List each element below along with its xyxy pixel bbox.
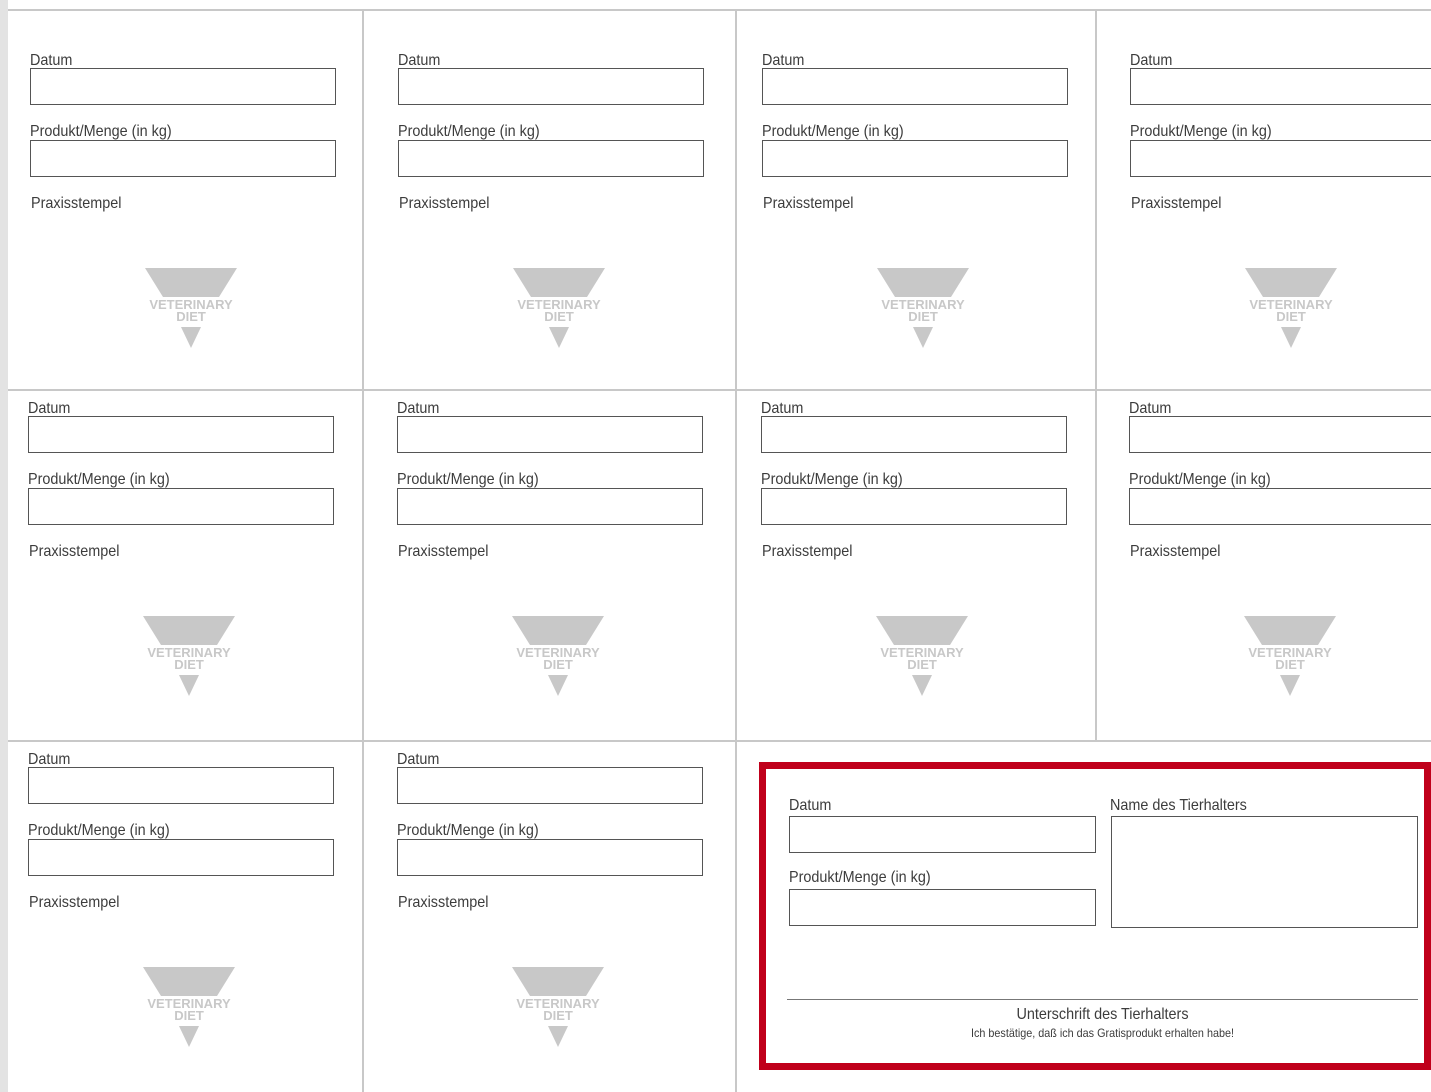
veterinary-diet-logo: VETERINARY DIET bbox=[1244, 616, 1336, 696]
logo-word-2: DIET bbox=[1276, 309, 1306, 324]
logo-word-2: DIET bbox=[174, 1008, 204, 1023]
logo-word-2: DIET bbox=[907, 657, 937, 672]
date-field[interactable] bbox=[28, 416, 334, 453]
product-qty-label: Produkt/Menge (in kg) bbox=[397, 822, 539, 839]
logo-bottom-triangle bbox=[548, 675, 568, 696]
product-qty-field[interactable] bbox=[761, 488, 1067, 525]
logo-word-2: DIET bbox=[544, 309, 574, 324]
veterinary-diet-logo: VETERINARY DIET bbox=[143, 967, 235, 1047]
practice-stamp-label: Praxisstempel bbox=[1130, 543, 1221, 560]
practice-stamp-label: Praxisstempel bbox=[1131, 195, 1222, 212]
grid-line-row1 bbox=[8, 389, 1431, 391]
logo-bottom-triangle bbox=[1281, 327, 1301, 348]
product-qty-field[interactable] bbox=[397, 488, 703, 525]
practice-stamp-label: Praxisstempel bbox=[31, 195, 122, 212]
product-qty-label: Produkt/Menge (in kg) bbox=[398, 123, 540, 140]
coupon-date-field[interactable] bbox=[789, 816, 1096, 853]
product-qty-field[interactable] bbox=[1130, 140, 1431, 177]
signature-line[interactable] bbox=[787, 999, 1418, 1000]
logo-bottom-triangle bbox=[181, 327, 201, 348]
practice-stamp-label: Praxisstempel bbox=[762, 543, 853, 560]
product-qty-label: Produkt/Menge (in kg) bbox=[28, 822, 170, 839]
logo-top-shape bbox=[512, 616, 604, 645]
product-qty-field[interactable] bbox=[30, 140, 336, 177]
practice-stamp-label: Praxisstempel bbox=[29, 894, 120, 911]
logo-bottom-triangle bbox=[1280, 675, 1300, 696]
product-qty-field[interactable] bbox=[398, 140, 704, 177]
product-qty-label: Produkt/Menge (in kg) bbox=[762, 123, 904, 140]
date-field[interactable] bbox=[761, 416, 1067, 453]
date-field[interactable] bbox=[1130, 68, 1431, 105]
logo-word-2: DIET bbox=[908, 309, 938, 324]
practice-stamp-label: Praxisstempel bbox=[399, 195, 490, 212]
veterinary-diet-logo: VETERINARY DIET bbox=[876, 616, 968, 696]
logo-top-shape bbox=[876, 616, 968, 645]
logo-bottom-triangle bbox=[913, 327, 933, 348]
logo-bottom-triangle bbox=[179, 1026, 199, 1047]
date-field[interactable] bbox=[1129, 416, 1431, 453]
product-qty-label: Produkt/Menge (in kg) bbox=[761, 471, 903, 488]
grid-line-col1 bbox=[362, 9, 364, 1092]
coupon-date-label: Datum bbox=[789, 797, 832, 814]
logo-word-2: DIET bbox=[1275, 657, 1305, 672]
product-qty-label: Produkt/Menge (in kg) bbox=[1129, 471, 1271, 488]
logo-top-shape bbox=[1244, 616, 1336, 645]
logo-top-shape bbox=[512, 967, 604, 996]
logo-bottom-triangle bbox=[912, 675, 932, 696]
product-qty-label: Produkt/Menge (in kg) bbox=[397, 471, 539, 488]
logo-top-shape bbox=[145, 268, 237, 297]
date-field[interactable] bbox=[28, 767, 334, 804]
product-qty-field[interactable] bbox=[28, 488, 334, 525]
signature-label: Unterschrift des Tierhalters bbox=[1016, 1006, 1189, 1023]
product-qty-field[interactable] bbox=[762, 140, 1068, 177]
confirmation-text: Ich bestätige, daß ich das Gratisprodukt… bbox=[971, 1026, 1234, 1040]
owner-confirmation-panel: Datum Produkt/Menge (in kg) Name des Tie… bbox=[759, 762, 1431, 1070]
logo-word-2: DIET bbox=[174, 657, 204, 672]
date-field[interactable] bbox=[398, 68, 704, 105]
date-field[interactable] bbox=[397, 416, 703, 453]
coupon-product-label: Produkt/Menge (in kg) bbox=[789, 869, 931, 886]
veterinary-diet-logo: VETERINARY DIET bbox=[877, 268, 969, 348]
grid-line-top bbox=[8, 9, 1431, 11]
product-qty-label: Produkt/Menge (in kg) bbox=[28, 471, 170, 488]
logo-top-shape bbox=[1245, 268, 1337, 297]
veterinary-diet-logo: VETERINARY DIET bbox=[512, 616, 604, 696]
product-qty-label: Produkt/Menge (in kg) bbox=[30, 123, 172, 140]
date-field[interactable] bbox=[30, 68, 336, 105]
product-qty-label: Produkt/Menge (in kg) bbox=[1130, 123, 1272, 140]
logo-bottom-triangle bbox=[549, 327, 569, 348]
logo-word-2: DIET bbox=[543, 657, 573, 672]
page-left-margin bbox=[0, 0, 8, 1092]
grid-line-col3 bbox=[1095, 9, 1097, 742]
veterinary-diet-logo: VETERINARY DIET bbox=[145, 268, 237, 348]
logo-top-shape bbox=[143, 967, 235, 996]
veterinary-diet-logo: VETERINARY DIET bbox=[143, 616, 235, 696]
product-qty-field[interactable] bbox=[28, 839, 334, 876]
veterinary-diet-logo: VETERINARY DIET bbox=[512, 967, 604, 1047]
logo-bottom-triangle bbox=[548, 1026, 568, 1047]
practice-stamp-label: Praxisstempel bbox=[398, 543, 489, 560]
coupon-product-field[interactable] bbox=[789, 889, 1096, 926]
product-qty-field[interactable] bbox=[1129, 488, 1431, 525]
owner-name-label: Name des Tierhalters bbox=[1110, 797, 1247, 814]
practice-stamp-label: Praxisstempel bbox=[398, 894, 489, 911]
veterinary-diet-logo: VETERINARY DIET bbox=[1245, 268, 1337, 348]
logo-top-shape bbox=[877, 268, 969, 297]
logo-top-shape bbox=[143, 616, 235, 645]
grid-line-row2 bbox=[8, 740, 1431, 742]
logo-word-2: DIET bbox=[543, 1008, 573, 1023]
logo-top-shape bbox=[513, 268, 605, 297]
logo-bottom-triangle bbox=[179, 675, 199, 696]
veterinary-diet-logo: VETERINARY DIET bbox=[513, 268, 605, 348]
date-field[interactable] bbox=[397, 767, 703, 804]
owner-name-field[interactable] bbox=[1111, 816, 1418, 928]
practice-stamp-label: Praxisstempel bbox=[763, 195, 854, 212]
date-field[interactable] bbox=[762, 68, 1068, 105]
grid-line-col2 bbox=[735, 9, 737, 1092]
practice-stamp-label: Praxisstempel bbox=[29, 543, 120, 560]
product-qty-field[interactable] bbox=[397, 839, 703, 876]
logo-word-2: DIET bbox=[176, 309, 206, 324]
